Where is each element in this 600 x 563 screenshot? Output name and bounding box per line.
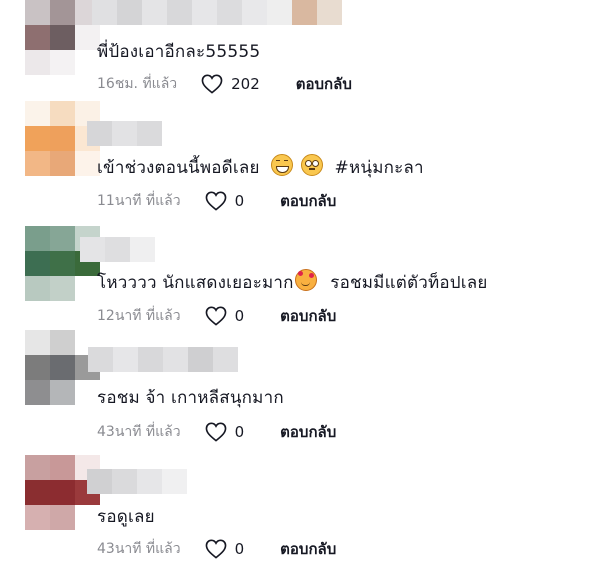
heart-icon[interactable]	[201, 74, 223, 94]
reply-button[interactable]: ตอบกลับ	[280, 420, 336, 444]
username-blurred[interactable]	[87, 469, 187, 494]
comment-time: 11นาที ที่แล้ว	[97, 193, 181, 209]
avatar[interactable]	[25, 0, 100, 75]
like-count: 0	[234, 307, 245, 325]
hashtag-link[interactable]: #หนุ่มกะลา	[335, 158, 424, 178]
reply-button[interactable]: ตอบกลับ	[280, 537, 336, 561]
username-blurred[interactable]	[80, 237, 155, 262]
flushed-emoji	[300, 154, 323, 176]
reply-button[interactable]: ตอบกลับ	[296, 72, 352, 96]
comment-time: 43นาที ที่แล้ว	[97, 541, 181, 557]
comment-time: 16ชม. ที่แล้ว	[97, 76, 178, 92]
heart-icon[interactable]	[205, 422, 227, 442]
like-count: 202	[231, 75, 260, 93]
comment-text: เข้าช่วงตอนนี้พอดีเลย #หนุ่มกะลา	[97, 154, 424, 181]
reply-button[interactable]: ตอบกลับ	[280, 189, 336, 213]
comment-time: 43นาที ที่แล้ว	[97, 424, 181, 440]
comment-text: พี่ป้องเอาอีกละ55555	[97, 42, 261, 62]
reply-button[interactable]: ตอบกลับ	[280, 304, 336, 328]
grinning-squint-emoji	[271, 154, 294, 176]
heart-icon[interactable]	[205, 191, 227, 211]
comment-text: โหวววว นักแสดงเยอะมาก รอชมมีแต่ตัวท็อปเล…	[97, 269, 488, 296]
like-count: 0	[234, 192, 245, 210]
username-blurred[interactable]	[92, 0, 342, 25]
comment-text: รอดูเลย	[97, 507, 155, 527]
comment-time: 12นาที ที่แล้ว	[97, 308, 181, 324]
like-count: 0	[234, 423, 245, 441]
smiling-hearts-emoji	[294, 269, 317, 291]
heart-icon[interactable]	[205, 539, 227, 559]
username-blurred[interactable]	[88, 347, 238, 372]
like-count: 0	[234, 540, 245, 558]
username-blurred[interactable]	[87, 121, 162, 146]
comment-text: รอชม จ้า เกาหลีสนุกมาก	[97, 388, 284, 408]
heart-icon[interactable]	[205, 306, 227, 326]
